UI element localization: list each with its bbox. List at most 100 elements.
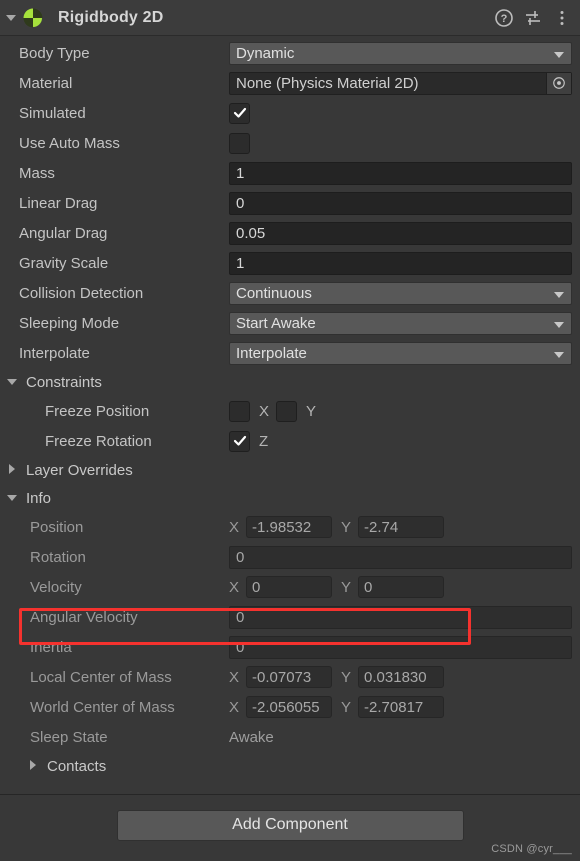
control-area: 0 [229, 191, 572, 215]
label-position: Position [30, 518, 84, 536]
local-center-of-mass-x-value: -0.07073 [246, 666, 333, 688]
component-title: Rigidbody 2D [58, 8, 164, 26]
help-icon[interactable]: ? [494, 8, 514, 28]
label-velocity: Velocity [30, 578, 82, 596]
axis-label-z: Z [259, 432, 269, 450]
label-body-type: Body Type [19, 44, 90, 62]
simulated-checkbox[interactable] [229, 102, 250, 124]
interpolate-dropdown[interactable]: Interpolate [229, 341, 572, 365]
control-area: X -1.98532 Y -2.74 [229, 515, 572, 539]
row-collision-detection: Collision Detection Continuous [0, 278, 580, 308]
material-object-field[interactable]: None (Physics Material 2D) [229, 71, 572, 95]
label-use-auto-mass: Use Auto Mass [19, 134, 120, 152]
row-inertia: Inertia 0 [0, 632, 580, 662]
angular-velocity-value-field: 0 [229, 605, 572, 629]
chevron-down-icon [554, 321, 564, 328]
label-local-center-of-mass: Local Center of Mass [30, 668, 172, 686]
label-angular-drag: Angular Drag [19, 224, 108, 242]
body-type-dropdown[interactable]: Dynamic [229, 41, 572, 65]
control-area: 1 [229, 251, 572, 275]
control-area: 0 [229, 605, 572, 629]
control-area: X -0.07073 Y 0.031830 [229, 665, 572, 689]
linear-drag-input[interactable]: 0 [229, 191, 572, 215]
row-local-center-of-mass: Local Center of Mass X -0.07073 Y 0.0318… [0, 662, 580, 692]
gravity-scale-input[interactable]: 1 [229, 251, 572, 275]
contacts-foldout[interactable]: Contacts [0, 752, 580, 780]
collision-detection-dropdown[interactable]: Continuous [229, 281, 572, 305]
rotation-value: 0 [236, 548, 245, 566]
label-mass: Mass [19, 164, 55, 182]
use-auto-mass-checkbox[interactable] [229, 132, 250, 154]
layer-overrides-foldout[interactable]: Layer Overrides [0, 456, 580, 484]
label-inertia: Inertia [30, 638, 72, 656]
control-area: Dynamic [229, 41, 572, 65]
component-foldout-arrow-icon[interactable] [6, 12, 18, 24]
row-sleeping-mode: Sleeping Mode Start Awake [0, 308, 580, 338]
inertia-value: 0 [236, 638, 245, 656]
label-sleeping-mode: Sleeping Mode [19, 314, 120, 332]
control-area: Awake [229, 725, 572, 749]
row-angular-drag: Angular Drag 0.05 [0, 218, 580, 248]
row-rotation: Rotation 0 [0, 542, 580, 572]
label-constraints: Constraints [26, 373, 102, 391]
row-velocity: Velocity X 0 Y 0 [0, 572, 580, 602]
row-use-auto-mass: Use Auto Mass [0, 128, 580, 158]
axis-label-x: X [229, 578, 240, 596]
check-icon [233, 107, 246, 118]
control-area [229, 101, 572, 125]
row-material: Material None (Physics Material 2D) [0, 68, 580, 98]
label-contacts: Contacts [47, 757, 107, 775]
constraints-foldout-arrow-icon[interactable] [7, 376, 19, 388]
sleeping-mode-dropdown[interactable]: Start Awake [229, 311, 572, 335]
velocity-x-value: 0 [246, 576, 333, 598]
svg-text:?: ? [501, 13, 508, 25]
control-area: 0.05 [229, 221, 572, 245]
control-area: None (Physics Material 2D) [229, 71, 572, 95]
label-layer-overrides: Layer Overrides [26, 461, 133, 479]
control-area: X Y [229, 399, 572, 423]
label-rotation: Rotation [30, 548, 86, 566]
row-body-type: Body Type Dynamic [0, 38, 580, 68]
row-mass: Mass 1 [0, 158, 580, 188]
info-foldout[interactable]: Info [0, 484, 580, 512]
rigidbody2d-inspector-panel: Rigidbody 2D ? Body Type Dynamic Materia… [0, 0, 580, 861]
axis-label-y: Y [341, 578, 352, 596]
label-interpolate: Interpolate [19, 344, 90, 362]
constraints-foldout[interactable]: Constraints [0, 368, 580, 396]
preset-icon[interactable] [523, 8, 543, 28]
freeze-position-x-checkbox[interactable] [229, 400, 250, 422]
axis-label-x: X [229, 518, 240, 536]
contacts-foldout-arrow-icon[interactable] [28, 760, 40, 772]
label-collision-detection: Collision Detection [19, 284, 144, 302]
control-area: X 0 Y 0 [229, 575, 572, 599]
component-header[interactable]: Rigidbody 2D ? [0, 0, 580, 36]
label-material: Material [19, 74, 73, 92]
axis-label-y: Y [341, 518, 352, 536]
rotation-value-field: 0 [229, 545, 572, 569]
row-freeze-rotation: Freeze Rotation Z [0, 426, 580, 456]
add-component-button[interactable]: Add Component [116, 809, 464, 841]
chevron-down-icon [554, 51, 564, 58]
object-picker-icon[interactable] [546, 72, 571, 94]
linear-drag-value: 0 [236, 194, 245, 212]
position-x-value: -1.98532 [246, 516, 333, 538]
world-center-of-mass-y-value: -2.70817 [358, 696, 445, 718]
label-sleep-state: Sleep State [30, 728, 108, 746]
freeze-rotation-z-checkbox[interactable] [229, 430, 250, 452]
row-world-center-of-mass: World Center of Mass X -2.056055 Y -2.70… [0, 692, 580, 722]
mass-value: 1 [236, 164, 245, 182]
label-info: Info [26, 489, 52, 507]
axis-label-x: X [259, 402, 270, 420]
label-linear-drag: Linear Drag [19, 194, 98, 212]
angular-drag-input[interactable]: 0.05 [229, 221, 572, 245]
control-area: Interpolate [229, 341, 572, 365]
more-menu-icon[interactable] [552, 8, 572, 28]
row-linear-drag: Linear Drag 0 [0, 188, 580, 218]
freeze-position-y-checkbox[interactable] [276, 400, 298, 422]
mass-input[interactable]: 1 [229, 161, 572, 185]
layer-overrides-foldout-arrow-icon[interactable] [7, 464, 19, 476]
inertia-value-field: 0 [229, 635, 572, 659]
chevron-down-icon [554, 351, 564, 358]
info-foldout-arrow-icon[interactable] [7, 492, 19, 504]
label-freeze-position: Freeze Position [45, 402, 150, 420]
